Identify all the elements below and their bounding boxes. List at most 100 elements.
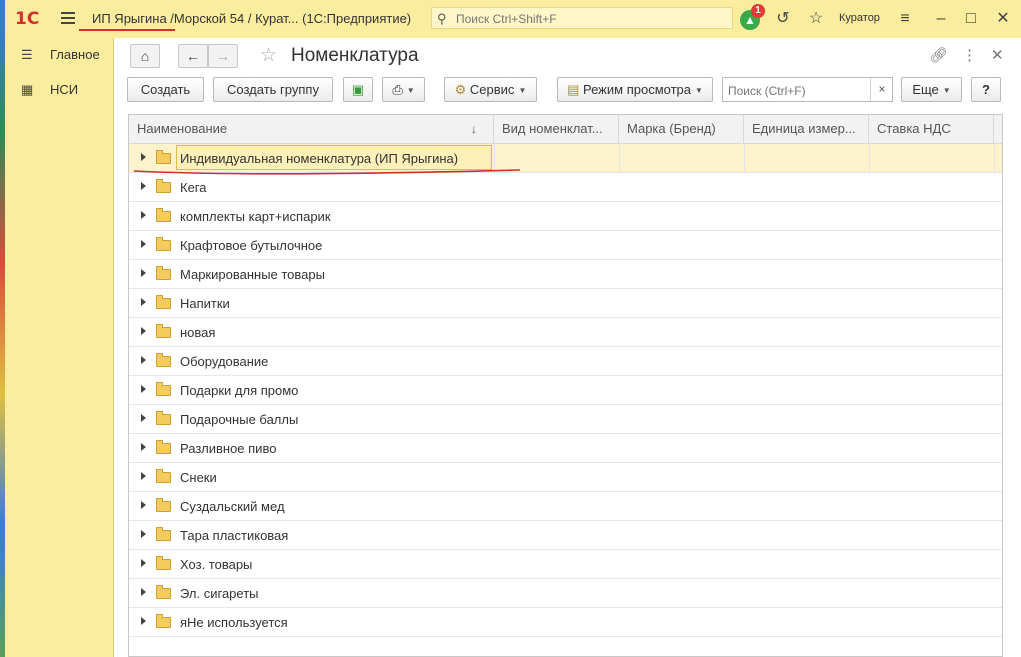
settings-icon[interactable]: ≡ — [894, 8, 916, 30]
expand-arrow-icon[interactable] — [141, 530, 146, 538]
title-bar: 1С ИП Ярыгина /Морской 54 / Курат... (1С… — [5, 0, 1021, 38]
folder-icon — [156, 469, 171, 483]
notifications-button[interactable]: ▲ 1 — [738, 4, 765, 30]
catalog-table[interactable]: Наименование ↓ Вид номенклат... Марка (Б… — [128, 114, 1003, 657]
column-header-type[interactable]: Вид номенклат... — [494, 115, 619, 143]
favorites-star-icon[interactable]: ☆ — [805, 8, 827, 30]
expand-arrow-icon[interactable] — [141, 559, 146, 567]
row-name: Суздальский мед — [180, 499, 285, 514]
table-row[interactable]: комплекты карт+испарик — [129, 202, 1002, 231]
table-row[interactable]: Хоз. товары — [129, 550, 1002, 579]
annotation-underline — [79, 29, 175, 31]
expand-arrow-icon[interactable] — [141, 472, 146, 480]
more-button[interactable]: Еще ▼ — [901, 77, 962, 102]
expand-arrow-icon[interactable] — [141, 385, 146, 393]
folder-icon — [156, 556, 171, 570]
main-menu-icon[interactable] — [61, 12, 75, 24]
form-close-icon[interactable]: ✕ — [991, 46, 1004, 64]
table-row[interactable]: Напитки — [129, 289, 1002, 318]
folder-icon — [156, 527, 171, 541]
window-close-button[interactable]: ✕ — [992, 8, 1014, 30]
row-name: Эл. сигареты — [180, 586, 259, 601]
service-button[interactable]: ⚙ Сервис ▼ — [444, 77, 537, 102]
column-divider — [869, 144, 870, 172]
page-title: Номенклатура — [291, 45, 419, 66]
help-button[interactable]: ? — [971, 77, 1001, 102]
create-button[interactable]: Создать — [127, 77, 204, 102]
expand-arrow-icon[interactable] — [141, 153, 146, 161]
expand-arrow-icon[interactable] — [141, 414, 146, 422]
clear-search-button[interactable]: × — [870, 78, 893, 101]
expand-arrow-icon[interactable] — [141, 327, 146, 335]
chevron-down-icon: ▼ — [695, 86, 703, 96]
link-icon[interactable]: 🔗︎ — [929, 46, 948, 64]
gear-icon: ⚙ — [454, 82, 467, 97]
folder-icon — [156, 324, 171, 338]
table-row[interactable]: Снеки — [129, 463, 1002, 492]
table-row[interactable]: Оборудование — [129, 347, 1002, 376]
expand-arrow-icon[interactable] — [141, 240, 146, 248]
table-row[interactable]: яНе используется — [129, 608, 1002, 637]
back-button[interactable]: ← — [178, 44, 208, 68]
catalog-icon: ▦ — [21, 82, 34, 97]
app-title: ИП Ярыгина /Морской 54 / Курат... (1С:Пр… — [92, 11, 412, 26]
copy-button[interactable]: ▣ — [343, 77, 373, 102]
column-header-name[interactable]: Наименование — [129, 115, 494, 143]
column-divider — [744, 144, 745, 172]
expand-arrow-icon[interactable] — [141, 356, 146, 364]
row-name: яНе используется — [180, 615, 288, 630]
column-header-brand[interactable]: Марка (Бренд) — [619, 115, 744, 143]
view-mode-button[interactable]: ▤ Режим просмотра ▼ — [557, 77, 713, 102]
print-button[interactable]: ⎙ ▼ — [382, 77, 425, 102]
favorite-star-icon[interactable]: ☆ — [260, 44, 277, 67]
forward-button[interactable]: → — [208, 44, 238, 68]
maximize-button[interactable]: □ — [960, 8, 982, 30]
expand-arrow-icon[interactable] — [141, 182, 146, 190]
folder-icon — [156, 266, 171, 280]
folder-icon — [156, 237, 171, 251]
folder-icon — [156, 411, 171, 425]
list-search[interactable]: × — [722, 77, 893, 102]
view-mode-label: Режим просмотра — [583, 82, 691, 97]
tree-view-icon: ▤ — [567, 82, 580, 97]
table-row[interactable]: Суздальский мед — [129, 492, 1002, 521]
folder-icon — [156, 208, 171, 222]
expand-arrow-icon[interactable] — [141, 501, 146, 509]
chevron-down-icon: ▼ — [518, 86, 527, 96]
create-group-button[interactable]: Создать группу — [213, 77, 333, 102]
chevron-down-icon: ▼ — [406, 86, 415, 96]
folder-icon — [156, 150, 171, 164]
table-row[interactable]: Эл. сигареты — [129, 579, 1002, 608]
sections-panel: ☰ Главное ▦ НСИ — [5, 38, 113, 657]
expand-arrow-icon[interactable] — [141, 588, 146, 596]
expand-arrow-icon[interactable] — [141, 443, 146, 451]
sidebar-item-main[interactable]: ☰ Главное — [5, 40, 113, 68]
global-search-input[interactable] — [454, 9, 728, 29]
table-row[interactable]: Крафтовое бутылочное — [129, 231, 1002, 260]
table-row[interactable]: Маркированные товары — [129, 260, 1002, 289]
column-header-vat[interactable]: Ставка НДС — [869, 115, 994, 143]
table-row[interactable]: Тара пластиковая — [129, 521, 1002, 550]
expand-arrow-icon[interactable] — [141, 269, 146, 277]
more-vertical-icon[interactable]: ⋮ — [962, 46, 977, 64]
folder-icon — [156, 179, 171, 193]
folder-icon — [156, 614, 171, 628]
sidebar-item-nsi[interactable]: ▦ НСИ — [5, 75, 113, 103]
row-name: Тара пластиковая — [180, 528, 289, 543]
home-button[interactable]: ⌂ — [130, 44, 160, 68]
app-window: 1С ИП Ярыгина /Морской 54 / Курат... (1С… — [5, 0, 1021, 657]
history-icon[interactable]: ↺ — [772, 8, 794, 30]
global-search[interactable]: ⚲ — [431, 7, 733, 29]
user-name[interactable]: Куратор — [839, 12, 880, 24]
column-header-unit[interactable]: Единица измер... — [744, 115, 869, 143]
table-row[interactable]: Разливное пиво — [129, 434, 1002, 463]
minimize-button[interactable]: – — [930, 8, 952, 30]
row-name: Индивидуальная номенклатура (ИП Ярыгина) — [180, 151, 459, 166]
expand-arrow-icon[interactable] — [141, 298, 146, 306]
expand-arrow-icon[interactable] — [141, 617, 146, 625]
table-row[interactable]: Подарки для промо — [129, 376, 1002, 405]
expand-arrow-icon[interactable] — [141, 211, 146, 219]
list-search-input[interactable] — [726, 81, 870, 100]
table-row[interactable]: новая — [129, 318, 1002, 347]
table-row[interactable]: Подарочные баллы — [129, 405, 1002, 434]
